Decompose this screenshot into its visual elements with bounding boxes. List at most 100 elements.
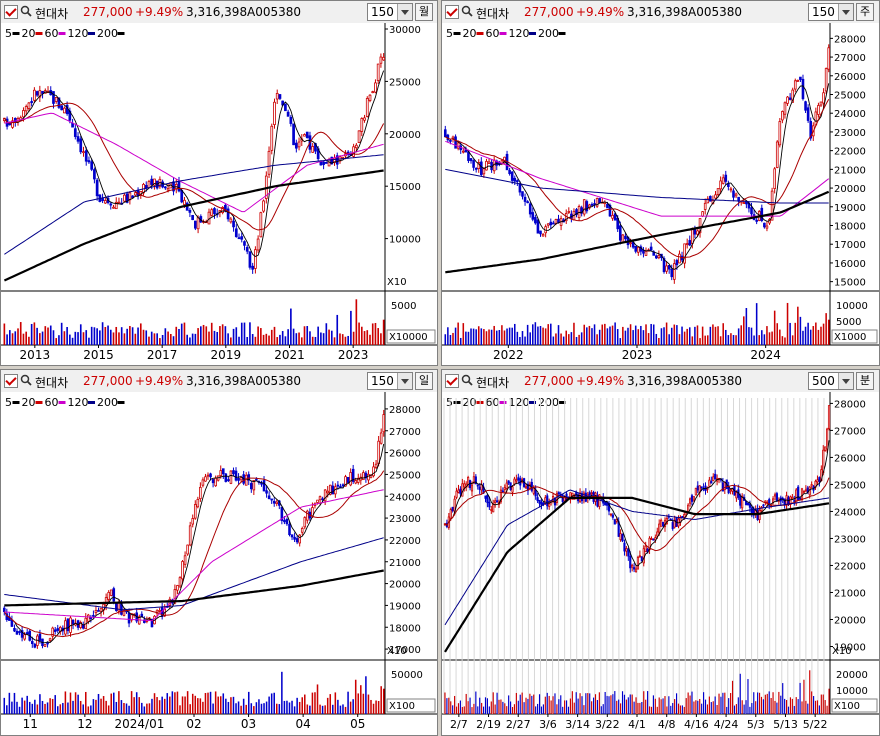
- volume-bar: [737, 697, 739, 714]
- period-select[interactable]: 500: [808, 372, 854, 390]
- volume-bar: [141, 702, 143, 714]
- candle-body: [508, 170, 511, 174]
- volume-bar: [614, 322, 616, 345]
- volume-bar: [273, 326, 276, 345]
- volume-bar: [673, 324, 676, 345]
- candle-body: [318, 496, 322, 501]
- candle-body: [764, 500, 767, 503]
- candle-body: [765, 225, 769, 229]
- candle-body: [322, 161, 325, 165]
- volume-bar: [503, 330, 506, 345]
- volume-bar: [85, 330, 88, 345]
- checkbox-icon[interactable]: [445, 5, 459, 19]
- candle-body: [449, 140, 452, 142]
- volume-bar: [363, 331, 366, 345]
- unit-button[interactable]: 분: [856, 372, 874, 390]
- candle-body: [611, 514, 614, 518]
- volume-bar: [602, 704, 604, 714]
- candle-body: [593, 203, 596, 205]
- chevron-down-icon[interactable]: [397, 4, 412, 20]
- search-icon[interactable]: [20, 5, 32, 17]
- volume-bar: [645, 699, 647, 714]
- volume-bar: [339, 333, 341, 345]
- y-tick-label: 19000: [834, 203, 866, 214]
- volume-bar: [292, 328, 295, 345]
- volume-bar: [11, 701, 13, 714]
- candle-body: [25, 632, 29, 635]
- volume-bar: [465, 331, 467, 345]
- volume-bar: [365, 676, 367, 714]
- volume-bar: [317, 326, 319, 345]
- chevron-down-icon[interactable]: [397, 373, 412, 389]
- volume-bar: [538, 694, 541, 714]
- volume-bar: [515, 692, 517, 714]
- legend-swatch: [12, 401, 20, 404]
- volume-bar: [791, 335, 794, 345]
- volume-bar: [230, 337, 232, 345]
- candle-body: [656, 531, 659, 537]
- candle-body: [24, 106, 28, 112]
- checkbox-icon[interactable]: [4, 374, 18, 388]
- candle-body: [467, 151, 470, 161]
- volume-tick-label: 10000: [836, 686, 868, 697]
- candle-body: [703, 202, 707, 210]
- unit-button[interactable]: 월: [415, 3, 433, 21]
- period-select[interactable]: 150: [367, 3, 413, 21]
- volume-bar: [357, 693, 360, 714]
- candle-body: [248, 251, 252, 268]
- candle-body: [239, 477, 243, 481]
- candle-body: [523, 196, 527, 202]
- volume-bar: [382, 688, 385, 714]
- search-icon[interactable]: [20, 374, 32, 386]
- volume-bar: [589, 693, 591, 714]
- search-icon[interactable]: [461, 374, 473, 386]
- volume-bar: [733, 705, 736, 714]
- chevron-down-icon[interactable]: [838, 373, 853, 389]
- candle-body: [618, 225, 622, 241]
- candle-body: [629, 242, 632, 245]
- volume-bar: [743, 316, 745, 345]
- volume-bar: [508, 327, 511, 345]
- search-icon[interactable]: [461, 5, 473, 17]
- checkbox-icon[interactable]: [4, 5, 18, 19]
- candle-body: [300, 528, 304, 533]
- candle-body: [708, 479, 711, 487]
- volume-bar: [309, 331, 311, 345]
- volume-bar: [501, 325, 503, 345]
- volume-bar: [135, 692, 138, 714]
- volume-bar: [612, 694, 614, 714]
- candle-body: [101, 198, 104, 202]
- volume-bar: [784, 698, 786, 714]
- volume-bar: [815, 322, 817, 345]
- volume-bar: [483, 329, 485, 345]
- candle-body: [685, 243, 689, 245]
- x-tick-label: 11: [23, 717, 38, 731]
- volume-bar: [268, 335, 270, 345]
- candle-body: [363, 117, 366, 121]
- volume-bar: [150, 331, 153, 345]
- volume-bar: [197, 328, 199, 345]
- volume-bar: [593, 324, 596, 345]
- candle-body: [657, 255, 661, 259]
- candle-body: [56, 628, 60, 631]
- period-select[interactable]: 150: [367, 372, 413, 390]
- volume-bar: [176, 691, 179, 714]
- volume-bar: [766, 693, 768, 714]
- chevron-down-icon[interactable]: [838, 4, 853, 20]
- period-select[interactable]: 150: [808, 3, 854, 21]
- unit-button[interactable]: 주: [856, 3, 874, 21]
- unit-button[interactable]: 일: [415, 372, 433, 390]
- volume-tick-label: 20000: [836, 670, 868, 681]
- volume-bar: [341, 334, 344, 345]
- checkbox-icon[interactable]: [445, 374, 459, 388]
- candle-body: [517, 477, 520, 481]
- volume-bar: [544, 328, 547, 345]
- candle-body: [509, 482, 512, 490]
- candle-body: [665, 265, 668, 272]
- y-tick-label: 28000: [834, 399, 866, 410]
- y-tick-label: 22000: [389, 536, 421, 547]
- volume-bar: [44, 326, 47, 345]
- volume-bar: [238, 336, 240, 345]
- candle-body: [503, 487, 506, 490]
- y-tick-label: 26000: [834, 453, 866, 464]
